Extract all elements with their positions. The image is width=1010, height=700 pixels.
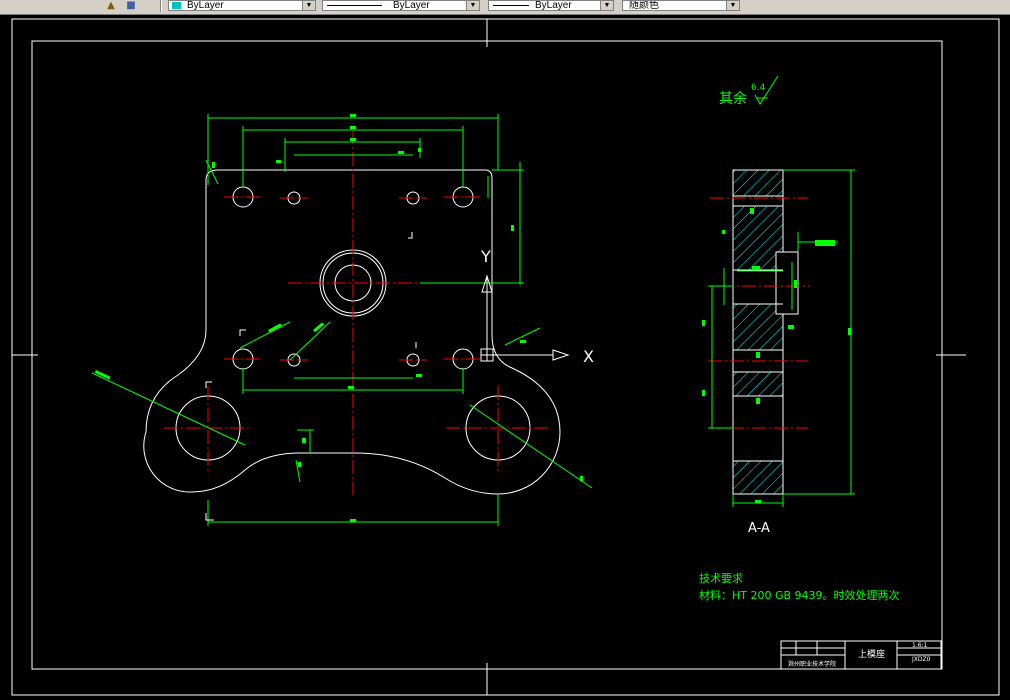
title-block-scale: 1.6:1 [912,642,928,649]
layer-manager-icon[interactable]: ▲ [104,0,118,11]
section-label: A-A [748,521,770,536]
lineweight-combo[interactable]: ByLayer ▼ [488,0,614,11]
surface-finish-label: 其余 [719,90,747,107]
main-dimensions [91,114,593,526]
linetype-combo-value: ByLayer [393,0,430,11]
linetype-sample [327,5,382,6]
section-view [732,169,799,495]
plotstyle-combo-value: 随颜色 [629,0,659,11]
lineweight-combo-value: ByLayer [535,0,572,11]
drawing-canvas[interactable]: Y X A-A 其余 6.4 技术要求 材料：HT 200 GB 9439。时效… [0,15,1010,700]
title-block-drawing-no: JXDZ0 [911,656,931,663]
toolbar-separator [160,0,162,12]
lineweight-sample [493,5,529,6]
section-hatch-bottom2 [732,460,784,495]
color-combo[interactable]: ByLayer ▼ [168,0,316,11]
ucs-y-label: Y [480,247,491,266]
title-block-org: 滁州职业技术学院 [788,660,836,668]
plotstyle-combo[interactable]: 随颜色 ▼ [622,0,740,11]
properties-toolbar: ▲ ■ ByLayer ▼ ByLayer ▼ ByLayer ▼ 随颜色 ▼ [0,0,1010,15]
tech-requirements-text: 材料：HT 200 GB 9439。时效处理两次 [699,588,900,602]
linetype-combo[interactable]: ByLayer ▼ [322,0,480,11]
chevron-down-icon[interactable]: ▼ [466,1,479,10]
ucs-x-label: X [583,347,594,366]
surface-finish-value: 6.4 [751,83,766,93]
chevron-down-icon[interactable]: ▼ [600,1,613,10]
main-dimension-marks [94,114,583,522]
tech-requirements-title: 技术要求 [699,572,743,585]
section-hatch-bottom1 [732,371,784,397]
part-outline [143,169,561,495]
title-block-part-name: 上模座 [858,648,885,660]
chevron-down-icon[interactable]: ▼ [726,1,739,10]
corner-marks [205,232,417,521]
section-hatch-top [732,169,784,197]
chevron-down-icon[interactable]: ▼ [302,1,315,10]
color-swatch [172,2,181,9]
color-combo-value: ByLayer [187,0,224,11]
layer-previous-icon[interactable]: ■ [124,0,138,11]
